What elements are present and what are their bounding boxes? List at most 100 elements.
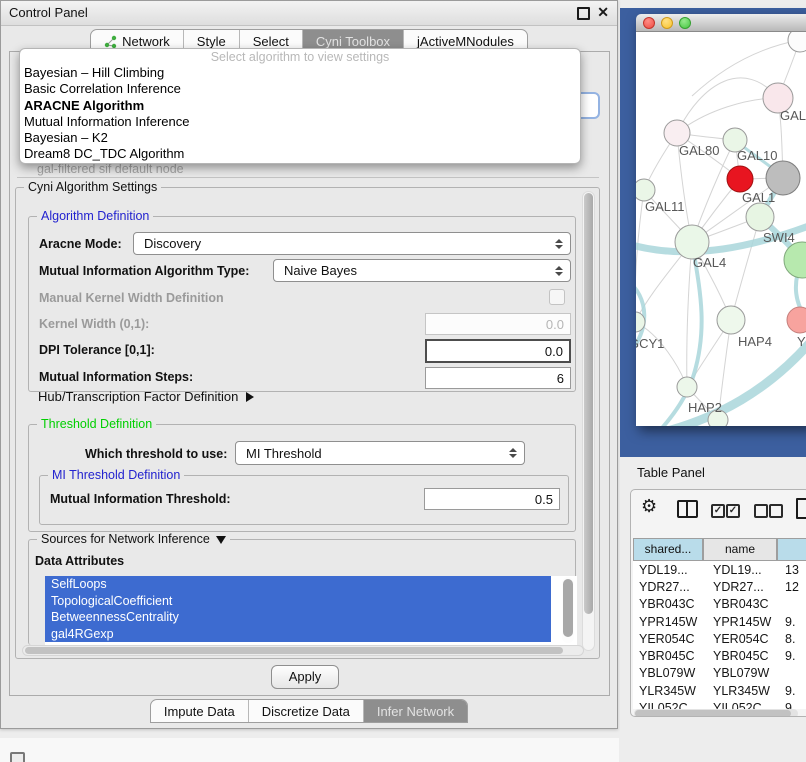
aracne-mode-label: Aracne Mode:: [39, 237, 122, 251]
network-node[interactable]: [677, 377, 697, 397]
network-node[interactable]: [746, 203, 774, 231]
column-layout-icon[interactable]: [677, 500, 698, 518]
table-row[interactable]: YLR345WYLR345W9.: [633, 682, 806, 699]
manual-kernel-checkbox[interactable]: [549, 289, 565, 305]
minimize-button[interactable]: [661, 17, 673, 29]
table-cell: YBL079W: [633, 666, 703, 680]
apply-button[interactable]: Apply: [271, 665, 339, 689]
table-horizontal-scrollbar[interactable]: [634, 709, 798, 717]
which-threshold-select[interactable]: MI Threshold: [235, 441, 525, 465]
network-node[interactable]: [675, 225, 709, 259]
dpi-tolerance-input[interactable]: [425, 339, 571, 363]
tab-label: Cyni Toolbox: [316, 34, 390, 49]
tab-discretize-data[interactable]: Discretize Data: [249, 700, 364, 722]
table-cell: 9: [777, 701, 792, 709]
network-canvas[interactable]: GALGAL80GAL10GAL1GAL11SWI4GAL4GCY1HAP4YH…: [636, 32, 806, 426]
sources-group: Sources for Network Inference Data Attri…: [28, 539, 576, 645]
mi-type-value: Naive Bayes: [284, 263, 357, 278]
network-node[interactable]: [727, 166, 753, 192]
network-edge[interactable]: [677, 78, 778, 133]
mi-threshold-title: MI Threshold Definition: [48, 468, 184, 482]
kernel-width-input[interactable]: [425, 313, 571, 335]
algorithm-menu-item[interactable]: Dream8 DC_TDC Algorithm: [20, 146, 580, 162]
table-row[interactable]: YDR27...YDR27...12: [633, 578, 806, 595]
network-node[interactable]: [636, 179, 655, 201]
close-icon[interactable]: ✕: [597, 4, 609, 21]
table-cell: YIL052C: [703, 701, 777, 709]
table-row[interactable]: YBL079WYBL079W: [633, 665, 806, 682]
table-settings-gear-icon[interactable]: ⚙: [641, 496, 657, 517]
table-row[interactable]: YBR043CYBR043C: [633, 596, 806, 613]
deselect-all-icon-2[interactable]: [769, 504, 783, 518]
settings-horizontal-scrollbar[interactable]: [22, 645, 584, 656]
mi-type-label: Mutual Information Algorithm Type:: [39, 264, 249, 278]
attribute-item[interactable]: gal4RGexp: [45, 626, 551, 643]
zoom-button[interactable]: [679, 17, 691, 29]
algorithm-menu-item[interactable]: ARACNE Algorithm: [20, 98, 580, 114]
expand-arrow-icon: [246, 392, 254, 402]
settings-group-title: Cyni Algorithm Settings: [24, 180, 161, 194]
float-window-icon[interactable]: [577, 7, 590, 20]
network-node[interactable]: [787, 307, 806, 333]
export-table-icon[interactable]: [796, 498, 806, 519]
settings-group: Cyni Algorithm Settings Algorithm Defini…: [15, 187, 600, 659]
network-node[interactable]: [788, 32, 806, 52]
network-node[interactable]: [717, 306, 745, 334]
tab-infer-network[interactable]: Infer Network: [364, 700, 467, 722]
network-edge[interactable]: [731, 217, 760, 320]
node-label: GAL10: [737, 148, 777, 163]
select-all-icon-2[interactable]: ✓: [726, 504, 740, 518]
dropdown-prompt: Select algorithm to view settings: [20, 49, 580, 65]
table-row[interactable]: YER054CYER054C8.: [633, 630, 806, 647]
sources-title-label: Sources for Network Inference: [41, 532, 210, 546]
threshold-group: Threshold Definition Which threshold to …: [28, 424, 576, 532]
tab-label: Select: [253, 34, 289, 49]
panel-toggle-icon[interactable]: [10, 752, 25, 762]
data-attributes-label: Data Attributes: [35, 554, 124, 568]
table-row[interactable]: YIL052CYIL052C9: [633, 699, 806, 709]
mi-threshold-input[interactable]: [424, 488, 560, 510]
table-cell: 13: [777, 563, 799, 577]
kernel-width-label: Kernel Width (0,1):: [39, 317, 149, 331]
attribute-item[interactable]: TopologicalCoefficient: [45, 593, 551, 610]
attribute-item[interactable]: SelfLoops: [45, 576, 551, 593]
manual-kernel-label: Manual Kernel Width Definition: [39, 291, 224, 305]
mi-steps-input[interactable]: [425, 367, 571, 389]
window-title: Control Panel: [9, 5, 88, 20]
dpi-tolerance-label: DPI Tolerance [0,1]:: [39, 343, 155, 357]
settings-vertical-scrollbar[interactable]: [582, 191, 595, 651]
table-row[interactable]: YBR045CYBR045C9.: [633, 647, 806, 664]
deselect-all-icon[interactable]: [754, 504, 768, 518]
algorithm-menu-item[interactable]: Bayesian – Hill Climbing: [20, 65, 580, 81]
algorithm-menu-item[interactable]: Mutual Information Inference: [20, 114, 580, 130]
network-edge[interactable]: [677, 98, 778, 133]
aracne-mode-select[interactable]: Discovery: [133, 232, 571, 255]
table-header-extra[interactable]: [777, 538, 806, 561]
collapse-arrow-icon: [216, 536, 226, 544]
node-label: GAL4: [693, 255, 726, 270]
node-label: HAP4: [738, 334, 772, 349]
mi-steps-label: Mutual Information Steps:: [39, 370, 193, 384]
mi-type-select[interactable]: Naive Bayes: [273, 259, 571, 282]
network-titlebar[interactable]: [636, 14, 806, 32]
mi-threshold-label: Mutual Information Threshold:: [50, 492, 231, 506]
table-body: YDL19...YDL19...13YDR27...YDR27...12YBR0…: [633, 561, 806, 709]
sources-group-title[interactable]: Sources for Network Inference: [37, 532, 230, 546]
threshold-group-title: Threshold Definition: [37, 417, 156, 431]
table-header-name[interactable]: name: [703, 538, 777, 561]
attribute-item[interactable]: BetweennessCentrality: [45, 609, 551, 626]
algorithm-menu-item[interactable]: Basic Correlation Inference: [20, 81, 580, 97]
table-row[interactable]: YPR145WYPR145W9.: [633, 613, 806, 630]
algorithm-menu-item[interactable]: Bayesian – K2: [20, 130, 580, 146]
list-scrollbar[interactable]: [562, 577, 574, 643]
hub-section-toggle[interactable]: Hub/Transcription Factor Definition: [38, 389, 254, 404]
algorithm-definition-group: Algorithm Definition Aracne Mode: Discov…: [28, 216, 576, 392]
close-button[interactable]: [643, 17, 655, 29]
table-row[interactable]: YDL19...YDL19...13: [633, 561, 806, 578]
table-header-shared[interactable]: shared...: [633, 538, 703, 561]
tab-impute-data[interactable]: Impute Data: [151, 700, 249, 722]
tab-label: Network: [122, 34, 170, 49]
select-all-icon[interactable]: ✓: [711, 504, 725, 518]
table-cell: YBL079W: [703, 666, 777, 680]
network-edge[interactable]: [687, 242, 692, 387]
